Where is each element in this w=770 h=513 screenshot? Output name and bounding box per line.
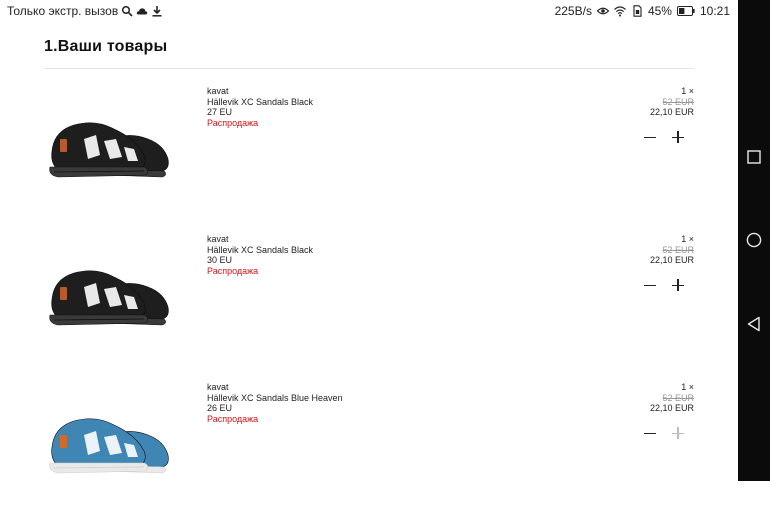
sandal-heel-tab xyxy=(60,287,67,300)
minus-icon xyxy=(644,432,656,434)
minus-icon xyxy=(644,136,656,138)
cart-item: kavat Hällevik XC Sandals Black 30 EU Ра… xyxy=(44,217,694,365)
product-image[interactable] xyxy=(44,237,174,347)
navigation-bar xyxy=(738,0,770,481)
old-price: 52 EUR xyxy=(662,392,694,403)
product-brand: kavat xyxy=(207,234,229,244)
status-left: Только экстр. вызов xyxy=(7,4,163,18)
product-info: kavat Hällevik XC Sandals Black 27 EU Ра… xyxy=(207,86,313,128)
product-name[interactable]: Hällevik XC Sandals Black xyxy=(207,245,313,256)
sandal-heel-tab xyxy=(60,435,67,448)
recents-square-icon xyxy=(747,150,761,164)
product-brand: kavat xyxy=(207,382,229,392)
quantity-label: 1 × xyxy=(681,382,694,392)
product-name[interactable]: Hällevik XC Sandals Blue Heaven xyxy=(207,393,343,404)
back-button[interactable] xyxy=(738,308,770,340)
quantity-stepper xyxy=(644,279,684,291)
back-triangle-icon xyxy=(747,316,760,332)
clock: 10:21 xyxy=(699,4,730,18)
sim-icon xyxy=(633,5,642,17)
status-bar: Только экстр. вызов 225B/s 45% 10:21 xyxy=(0,0,738,22)
old-price: 52 EUR xyxy=(662,96,694,107)
cart-item: kavat Hällevik XC Sandals Black 27 EU Ра… xyxy=(44,69,694,217)
net-speed: 225B/s xyxy=(554,4,592,18)
section-title: 1.Ваши товары xyxy=(44,38,168,55)
download-icon xyxy=(152,6,162,17)
plus-icon-vertical xyxy=(677,279,679,291)
quantity-stepper xyxy=(644,427,684,439)
plus-icon-vertical xyxy=(677,427,679,439)
price-block: 1 × 52 EUR 22,10 EUR xyxy=(650,86,694,118)
product-size: 26 EU xyxy=(207,403,233,414)
cart-content: 1.Ваши товары kavat Hällevik XC Sandals … xyxy=(44,30,694,513)
increase-quantity-button[interactable] xyxy=(672,279,684,291)
increase-quantity-button[interactable] xyxy=(672,427,684,439)
home-circle-icon xyxy=(746,232,762,248)
wifi-icon xyxy=(614,6,626,17)
sale-price: 22,10 EUR xyxy=(649,255,694,266)
search-icon xyxy=(122,5,133,17)
increase-quantity-button[interactable] xyxy=(672,131,684,143)
product-name[interactable]: Hällevik XC Sandals Black xyxy=(207,97,313,108)
sale-price: 22,10 EUR xyxy=(649,107,694,118)
product-size: 27 EU xyxy=(207,107,233,118)
minus-icon xyxy=(644,284,656,286)
status-right: 225B/s 45% 10:21 xyxy=(555,4,730,18)
product-image[interactable] xyxy=(44,89,174,199)
quantity-label: 1 × xyxy=(681,234,694,244)
plus-icon-vertical xyxy=(677,131,679,143)
product-image[interactable] xyxy=(44,385,174,495)
quantity-label: 1 × xyxy=(681,86,694,96)
sandal-heel-tab xyxy=(60,139,67,152)
product-info: kavat Hällevik XC Sandals Black 30 EU Ра… xyxy=(207,234,313,276)
quantity-stepper xyxy=(644,131,684,143)
price-block: 1 × 52 EUR 22,10 EUR xyxy=(650,234,694,266)
old-price: 52 EUR xyxy=(662,244,694,255)
decrease-quantity-button[interactable] xyxy=(644,279,656,291)
home-button[interactable] xyxy=(738,224,770,256)
sale-price: 22,10 EUR xyxy=(649,403,694,414)
product-size: 30 EU xyxy=(207,255,233,266)
eye-icon xyxy=(596,7,609,15)
sale-badge: Распродажа xyxy=(207,413,259,424)
product-info: kavat Hällevik XC Sandals Blue Heaven 26… xyxy=(207,382,343,424)
product-brand: kavat xyxy=(207,86,229,96)
cart-item: kavat Hällevik XC Sandals Blue Heaven 26… xyxy=(44,365,694,513)
battery-icon xyxy=(676,6,695,16)
battery-percent: 45% xyxy=(647,4,672,18)
price-block: 1 × 52 EUR 22,10 EUR xyxy=(650,382,694,414)
cloud-icon xyxy=(136,8,148,15)
decrease-quantity-button[interactable] xyxy=(644,427,656,439)
cart-item-list: kavat Hällevik XC Sandals Black 27 EU Ра… xyxy=(44,69,694,513)
sale-badge: Распродажа xyxy=(207,265,259,276)
sale-badge: Распродажа xyxy=(207,117,259,128)
carrier-text: Только экстр. вызов xyxy=(7,4,119,18)
recents-button[interactable] xyxy=(738,141,770,173)
decrease-quantity-button[interactable] xyxy=(644,131,656,143)
